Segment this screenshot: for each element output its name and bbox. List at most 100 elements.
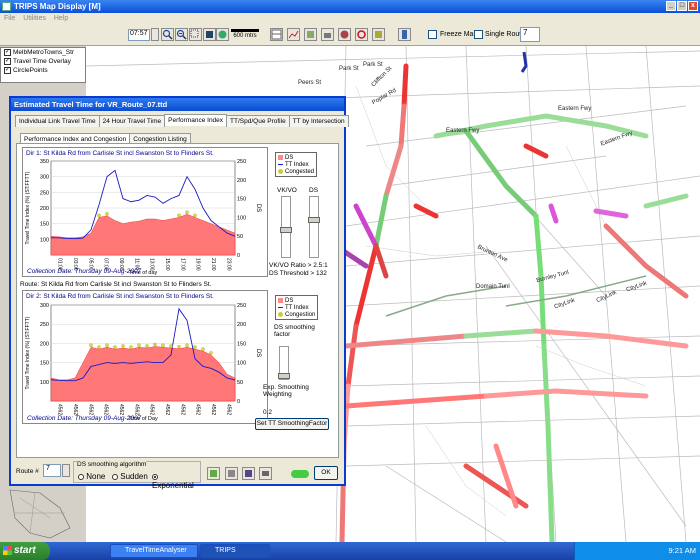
chart2-legend: DS TT Index Congestion xyxy=(275,295,319,320)
map-label: Peers St xyxy=(298,80,322,86)
x-tick-label: 4562 xyxy=(72,404,78,415)
info-icon[interactable] xyxy=(398,28,411,41)
export-icon[interactable] xyxy=(207,467,220,480)
tab-performance-index[interactable]: Performance Index xyxy=(164,114,228,126)
tab-individual-link[interactable]: Individual Link Travel Time xyxy=(15,115,100,127)
chart-dir1: Dir 1: St Kilda Rd from Carlisle St incl… xyxy=(22,147,268,277)
overview-minimap[interactable] xyxy=(0,488,86,542)
print-report-icon[interactable] xyxy=(259,467,272,480)
copy-icon[interactable] xyxy=(225,467,238,480)
menu-utilities[interactable]: Utilities xyxy=(23,15,46,22)
ok-button[interactable]: OK xyxy=(314,466,338,480)
tab-tt-by-intersection[interactable]: TT by Intersection xyxy=(288,115,349,127)
vkvo-slider[interactable] xyxy=(280,196,292,258)
graph-icon[interactable] xyxy=(287,28,300,41)
congested-marker xyxy=(129,345,133,349)
ds-label: DS xyxy=(309,187,319,194)
menu-bar: File Utilities Help xyxy=(0,13,700,24)
ds-slider[interactable] xyxy=(308,196,320,258)
y-tick-label: 150 xyxy=(40,222,49,228)
x-tick-label: 4562 xyxy=(87,404,93,415)
layer-item[interactable]: ✓ CirclePoints xyxy=(1,66,85,75)
menu-help[interactable]: Help xyxy=(54,15,68,22)
x-tick-label: 4562 xyxy=(179,404,185,415)
clock: 9:21 AM xyxy=(668,546,696,555)
zoom-out-icon[interactable] xyxy=(175,28,188,41)
legend-tt-index: TT Index xyxy=(285,161,309,168)
map-label: Park St xyxy=(363,62,383,68)
single-route-checkbox[interactable] xyxy=(474,30,483,39)
layers-icon[interactable] xyxy=(338,28,351,41)
y-tick-label: 200 xyxy=(40,341,49,347)
task-travel-time-analyser[interactable]: TravelTimeAnalyser xyxy=(110,544,198,558)
layer-name: Travel Time Overlay xyxy=(13,58,71,65)
collection-date: Collection Date: Thursday 09-Aug-2007 xyxy=(27,268,142,275)
route-description: Route: St Kilda Rd from Carlisle St incl… xyxy=(20,281,212,288)
y-tick-label: 150 xyxy=(40,361,49,367)
congested-marker xyxy=(193,345,197,349)
window-title: TRIPS Map Display [M] xyxy=(14,2,101,11)
route-number-input[interactable]: 7 xyxy=(520,27,540,42)
menu-file[interactable]: File xyxy=(4,15,15,22)
map-label: Eastern Fwy xyxy=(446,128,480,134)
smoothing-factor-label: DS smoothing factor xyxy=(274,324,315,338)
y-tick-label: 300 xyxy=(40,175,49,181)
route-spinner[interactable] xyxy=(62,464,70,477)
time-input[interactable]: 07:57 xyxy=(128,29,150,41)
layer-checkbox[interactable]: ✓ xyxy=(4,49,11,56)
y-axis-label: Travel Time Index (%) (ST:FFTT) xyxy=(25,316,31,389)
x-tick-label: 4562 xyxy=(164,404,170,415)
congested-marker xyxy=(89,343,93,347)
close-button[interactable]: x xyxy=(688,1,698,11)
table-icon[interactable] xyxy=(270,28,283,41)
minimize-button[interactable]: _ xyxy=(666,1,676,11)
radio-sudden[interactable]: Sudden xyxy=(112,472,148,481)
tab-tt-spd-que[interactable]: TT/Spd/Que Profile xyxy=(226,115,290,127)
y2-tick-label: 50 xyxy=(237,234,243,240)
y-tick-label: 250 xyxy=(40,190,49,196)
zoom-in-icon[interactable] xyxy=(161,28,174,41)
refresh-icon[interactable] xyxy=(355,28,368,41)
x-tick-label: 4562 xyxy=(195,404,201,415)
smoothing-slider[interactable] xyxy=(278,346,290,380)
radio-exponential[interactable]: Exponential xyxy=(152,472,200,490)
y-tick-label: 350 xyxy=(40,159,49,165)
freeze-map-label: Freeze Map xyxy=(440,31,478,38)
pan-icon[interactable] xyxy=(203,28,216,41)
start-button[interactable]: start xyxy=(0,542,50,560)
route-input[interactable]: 7 xyxy=(43,464,61,477)
map-label: Domain Tunl xyxy=(476,284,510,290)
tab-24-hour[interactable]: 24 Hour Travel Time xyxy=(98,115,166,127)
x-tick-label: 4562 xyxy=(210,404,216,415)
save-icon[interactable] xyxy=(242,467,255,480)
freeze-map-checkbox[interactable] xyxy=(428,30,437,39)
route-icon[interactable] xyxy=(304,28,317,41)
status-toggle[interactable] xyxy=(291,470,309,478)
radio-none[interactable]: None xyxy=(78,472,105,481)
legend-congested: Congested xyxy=(285,168,315,175)
y2-tick-label: 50 xyxy=(237,380,243,386)
congested-marker xyxy=(113,345,117,349)
layer-item[interactable]: ✓ MelbMetroTowns_Str xyxy=(1,48,85,57)
x-tick-label: 4562 xyxy=(57,404,63,415)
congested-marker xyxy=(137,343,141,347)
congested-marker xyxy=(105,212,109,216)
y2-tick-label: 150 xyxy=(237,341,246,347)
layer-checkbox[interactable]: ✓ xyxy=(4,58,11,65)
y2-tick-label: 100 xyxy=(237,215,246,221)
task-trips[interactable]: TRIPS xyxy=(200,544,270,558)
print-icon[interactable] xyxy=(321,28,334,41)
toolbar: 07:57 600 mtrs Freeze Map Single Route 7 xyxy=(0,24,700,46)
layer-checkbox[interactable]: ✓ xyxy=(4,67,11,74)
time-spinner[interactable] xyxy=(151,28,159,41)
congested-marker xyxy=(97,345,101,349)
x-tick-label: 15:00 xyxy=(164,258,170,271)
maximize-button[interactable]: □ xyxy=(677,1,687,11)
algorithm-group: DS smoothing algorithm None Sudden Expon… xyxy=(73,461,201,490)
settings-icon[interactable] xyxy=(372,28,385,41)
layer-item[interactable]: ✓ Travel Time Overlay xyxy=(1,57,85,66)
set-smoothing-button[interactable]: Set TT SmoothingFactor xyxy=(255,418,329,430)
congested-marker xyxy=(169,344,173,348)
taskbar: start TravelTimeAnalyser TRIPS 9:21 AM xyxy=(0,542,700,560)
zoom-window-icon[interactable] xyxy=(189,28,202,41)
